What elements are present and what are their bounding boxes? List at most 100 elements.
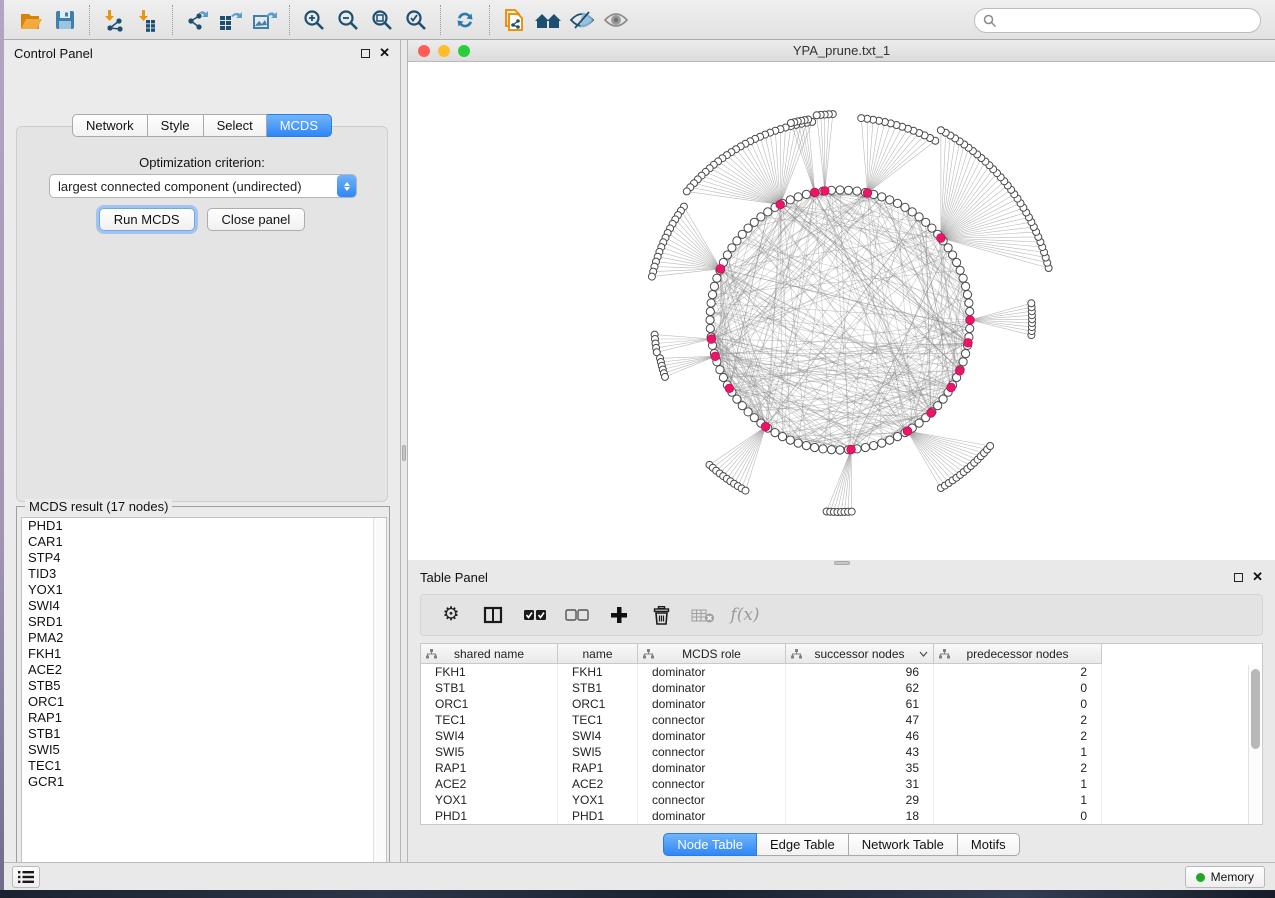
select-stepper-icon	[337, 175, 356, 197]
import-table-icon[interactable]	[131, 4, 165, 36]
list-item[interactable]: TEC1	[22, 758, 386, 774]
network-window-title: YPA_prune.txt_1	[793, 43, 890, 58]
table-row[interactable]: TEC1TEC1connector472	[421, 712, 1262, 728]
deselect-all-icon[interactable]	[565, 603, 589, 627]
scrollbar[interactable]	[373, 518, 386, 874]
tab-node-table[interactable]: Node Table	[663, 833, 757, 856]
list-item[interactable]: ORC1	[22, 694, 386, 710]
toolbar-separator	[440, 5, 441, 35]
control-panel: Control Panel ✕ Network Style Select MCD…	[4, 40, 400, 862]
task-history-button[interactable]	[12, 866, 40, 888]
show-graphics-details-icon[interactable]	[599, 4, 633, 36]
close-panel-button[interactable]: Close panel	[207, 208, 306, 231]
table-row[interactable]: PHD1PHD1dominator180	[421, 808, 1262, 824]
window-zoom-icon[interactable]	[458, 45, 470, 57]
export-network-icon[interactable]	[180, 4, 214, 36]
export-image-icon[interactable]	[248, 4, 282, 36]
column-header-predecessor-nodes[interactable]: predecessor nodes	[934, 644, 1102, 664]
splitter-handle[interactable]	[834, 561, 850, 565]
import-network-icon[interactable]	[97, 4, 131, 36]
table-header-row: shared name name MCDS role successor nod…	[421, 644, 1262, 664]
table-row[interactable]: ORC1ORC1dominator610	[421, 696, 1262, 712]
zoom-selected-icon[interactable]	[399, 4, 433, 36]
save-session-icon[interactable]	[48, 4, 82, 36]
table-scrollbar[interactable]	[1248, 665, 1261, 824]
tab-motifs[interactable]: Motifs	[958, 833, 1020, 856]
shared-column-icon	[426, 649, 437, 659]
table-row[interactable]: FKH1FKH1dominator962	[421, 664, 1262, 680]
vertical-splitter[interactable]	[400, 40, 408, 862]
column-header-mcds-role[interactable]: MCDS role	[638, 644, 786, 664]
close-panel-icon[interactable]: ✕	[379, 48, 390, 58]
legacy-home-icon[interactable]	[531, 4, 565, 36]
zoom-fit-icon[interactable]	[365, 4, 399, 36]
node-table: shared name name MCDS role successor nod…	[420, 643, 1263, 825]
search-field[interactable]	[974, 8, 1261, 33]
list-item[interactable]: SWI5	[22, 742, 386, 758]
column-header-name[interactable]: name	[558, 644, 638, 664]
select-all-icon[interactable]	[523, 603, 547, 627]
list-item[interactable]: CAR1	[22, 534, 386, 550]
table-row[interactable]: ACE2ACE2connector311	[421, 776, 1262, 792]
memory-button[interactable]: Memory	[1185, 866, 1265, 888]
list-item[interactable]: STP4	[22, 550, 386, 566]
list-item[interactable]: TID3	[22, 566, 386, 582]
hide-graphics-details-icon[interactable]	[565, 4, 599, 36]
tab-network[interactable]: Network	[72, 114, 148, 137]
list-item[interactable]: ACE2	[22, 662, 386, 678]
tab-select[interactable]: Select	[204, 114, 267, 137]
optimization-criterion-select[interactable]: largest connected component (undirected)	[49, 174, 357, 198]
table-row[interactable]: SWI4SWI4dominator462	[421, 728, 1262, 744]
zoom-out-icon[interactable]	[331, 4, 365, 36]
table-row[interactable]: STB1STB1dominator620	[421, 680, 1262, 696]
refresh-icon[interactable]	[448, 4, 482, 36]
open-file-icon[interactable]	[14, 4, 48, 36]
float-panel-icon[interactable]	[361, 49, 370, 58]
tab-mcds[interactable]: MCDS	[267, 114, 332, 137]
table-settings-icon[interactable]: ⚙	[439, 603, 463, 627]
search-input[interactable]	[1002, 11, 1260, 31]
shared-column-icon	[791, 649, 802, 659]
table-row[interactable]: YOX1YOX1connector291	[421, 792, 1262, 808]
function-builder-icon: f(x)	[733, 603, 757, 627]
table-row[interactable]: SWI5SWI5connector431	[421, 744, 1262, 760]
search-icon	[983, 14, 997, 28]
scrollbar-thumb[interactable]	[1251, 669, 1260, 749]
list-item[interactable]: STB1	[22, 726, 386, 742]
delete-icon[interactable]	[649, 603, 673, 627]
table-row[interactable]: RAP1RAP1dominator352	[421, 760, 1262, 776]
status-bar: Memory	[4, 862, 1275, 890]
tab-style[interactable]: Style	[148, 114, 204, 137]
close-panel-icon[interactable]: ✕	[1252, 572, 1263, 582]
window-close-icon[interactable]	[418, 45, 430, 57]
column-header-successor-nodes[interactable]: successor nodes	[786, 644, 934, 664]
optimization-criterion-value: largest connected component (undirected)	[58, 179, 302, 194]
delete-table-icon	[691, 603, 715, 627]
list-item[interactable]: RAP1	[22, 710, 386, 726]
zoom-in-icon[interactable]	[297, 4, 331, 36]
network-canvas[interactable]	[408, 62, 1275, 560]
show-columns-icon[interactable]	[481, 603, 505, 627]
list-item[interactable]: SRD1	[22, 614, 386, 630]
table-panel: Table Panel ✕ ⚙ f(x) shared name name MC…	[408, 566, 1275, 862]
network-window-titlebar[interactable]: YPA_prune.txt_1	[408, 40, 1275, 62]
mcds-result-list[interactable]: PHD1 CAR1 STP4 TID3 YOX1 SWI4 SRD1 PMA2 …	[21, 517, 387, 875]
list-item[interactable]: FKH1	[22, 646, 386, 662]
list-item[interactable]: SWI4	[22, 598, 386, 614]
clone-network-icon[interactable]	[497, 4, 531, 36]
list-item[interactable]: PHD1	[22, 518, 386, 534]
add-icon[interactable]	[607, 603, 631, 627]
window-minimize-icon[interactable]	[438, 45, 450, 57]
network-graph[interactable]	[408, 62, 1275, 560]
list-item[interactable]: STB5	[22, 678, 386, 694]
list-item[interactable]: PMA2	[22, 630, 386, 646]
list-item[interactable]: GCR1	[22, 774, 386, 790]
list-item[interactable]: YOX1	[22, 582, 386, 598]
tab-network-table[interactable]: Network Table	[849, 833, 958, 856]
tab-edge-table[interactable]: Edge Table	[757, 833, 849, 856]
float-panel-icon[interactable]	[1234, 573, 1243, 582]
column-header-shared-name[interactable]: shared name	[421, 644, 558, 664]
export-table-icon[interactable]	[214, 4, 248, 36]
run-mcds-button[interactable]: Run MCDS	[99, 208, 195, 231]
splitter-handle[interactable]	[402, 445, 406, 461]
